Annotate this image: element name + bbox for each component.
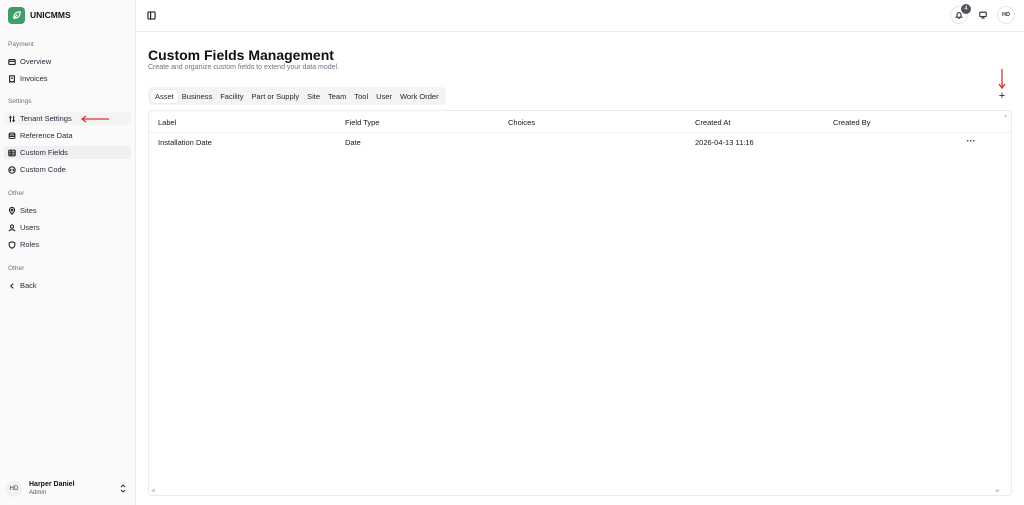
sidebar-item-label: Invoices (20, 74, 48, 83)
monitor-icon (979, 11, 987, 19)
tab-asset[interactable]: Asset (151, 89, 178, 103)
sidebar-item-custom-fields[interactable]: Custom Fields (4, 146, 131, 159)
sidebar-item-users[interactable]: Users (4, 221, 131, 234)
table-grid-icon (8, 149, 16, 157)
receipt-icon (8, 74, 16, 83)
sidebar-item-custom-code[interactable]: Custom Code (4, 163, 131, 176)
page-subtitle: Create and organize custom fields to ext… (148, 64, 340, 71)
sidebar-item-label: Custom Fields (20, 148, 68, 157)
cell-field-type: Date (345, 138, 361, 147)
credit-card-icon (8, 58, 16, 66)
code-icon (8, 165, 16, 174)
user-menu[interactable]: HD Harper Daniel Admin (6, 478, 130, 500)
panel-left-icon (146, 10, 156, 20)
add-field-button[interactable]: + (996, 90, 1008, 102)
database-icon (8, 131, 16, 140)
sidebar-item-label: Users (20, 223, 40, 232)
column-header-label[interactable]: Label (158, 118, 176, 127)
notification-badge: 4 (961, 4, 971, 14)
sidebar-item-invoices[interactable]: Invoices (4, 72, 131, 85)
annotation-arrow-down-icon (998, 69, 1006, 90)
scroll-left-arrow-icon[interactable]: ◀ (151, 488, 155, 494)
tab-part-or-supply[interactable]: Part or Supply (248, 90, 304, 103)
sidebar-item-label: Tenant Settings (20, 114, 72, 123)
section-label-settings: Settings (8, 98, 32, 105)
topbar: 4 HD (136, 0, 1024, 32)
sidebar-item-overview[interactable]: Overview (4, 55, 131, 68)
user-role: Admin (29, 490, 47, 496)
row-actions-button[interactable]: ··· (965, 135, 977, 147)
page-title: Custom Fields Management (148, 47, 334, 63)
sidebar-item-label: Overview (20, 57, 52, 66)
column-header-choices[interactable]: Choices (508, 118, 535, 127)
sidebar-toggle-button[interactable] (145, 9, 157, 21)
user-icon (8, 223, 16, 232)
section-label-payment: Payment (8, 41, 34, 48)
tab-business[interactable]: Business (178, 90, 216, 103)
column-header-created-by[interactable]: Created By (833, 118, 871, 127)
sidebar: UNICMMS Payment Overview Invoices Settin… (0, 0, 136, 505)
tab-facility[interactable]: Facility (216, 90, 247, 103)
column-header-created-at[interactable]: Created At (695, 118, 730, 127)
cell-created-at: 2026-04-13 11:16 (695, 138, 754, 147)
display-button[interactable] (974, 6, 992, 24)
section-label-other-2: Other (8, 265, 25, 272)
entity-tabs: Asset Business Facility Part or Supply S… (148, 87, 446, 105)
sidebar-item-label: Custom Code (20, 165, 66, 174)
scroll-right-arrow-icon[interactable]: ▶ (996, 488, 1000, 494)
map-pin-icon (8, 206, 16, 215)
tab-team[interactable]: Team (324, 90, 350, 103)
chevrons-up-down-icon (120, 484, 126, 495)
chevron-left-icon (8, 282, 16, 290)
tab-site[interactable]: Site (303, 90, 324, 103)
brand[interactable]: UNICMMS (8, 6, 71, 24)
sidebar-item-tenant-settings[interactable]: Tenant Settings (4, 112, 131, 125)
shield-icon (8, 240, 16, 249)
header-divider (149, 132, 1011, 133)
sliders-icon (8, 115, 16, 123)
sidebar-item-label: Reference Data (20, 131, 73, 140)
avatar: HD (1002, 12, 1010, 18)
tab-work-order[interactable]: Work Order (396, 90, 443, 103)
sidebar-item-back[interactable]: Back (4, 279, 131, 292)
avatar: HD (6, 481, 22, 497)
custom-fields-table: Label Field Type Choices Created At Crea… (148, 110, 1012, 496)
leaf-logo-icon (8, 6, 25, 24)
sidebar-item-reference-data[interactable]: Reference Data (4, 129, 131, 142)
sidebar-item-roles[interactable]: Roles (4, 238, 131, 251)
annotation-arrow-left-icon (80, 115, 109, 123)
tab-user[interactable]: User (372, 90, 396, 103)
section-label-other: Other (8, 190, 25, 197)
sidebar-item-label: Sites (20, 206, 37, 215)
account-avatar-button[interactable]: HD (997, 6, 1015, 24)
sidebar-item-label: Back (20, 281, 37, 290)
notifications-button[interactable]: 4 (950, 4, 971, 24)
user-name: Harper Daniel (29, 481, 75, 488)
brand-name: UNICMMS (30, 10, 71, 20)
sidebar-item-sites[interactable]: Sites (4, 204, 131, 217)
tab-tool[interactable]: Tool (350, 90, 372, 103)
sidebar-item-label: Roles (20, 240, 40, 249)
scroll-up-arrow-icon[interactable]: ▲ (1003, 113, 1008, 119)
cell-label: Installation Date (158, 138, 212, 147)
column-header-field-type[interactable]: Field Type (345, 118, 379, 127)
